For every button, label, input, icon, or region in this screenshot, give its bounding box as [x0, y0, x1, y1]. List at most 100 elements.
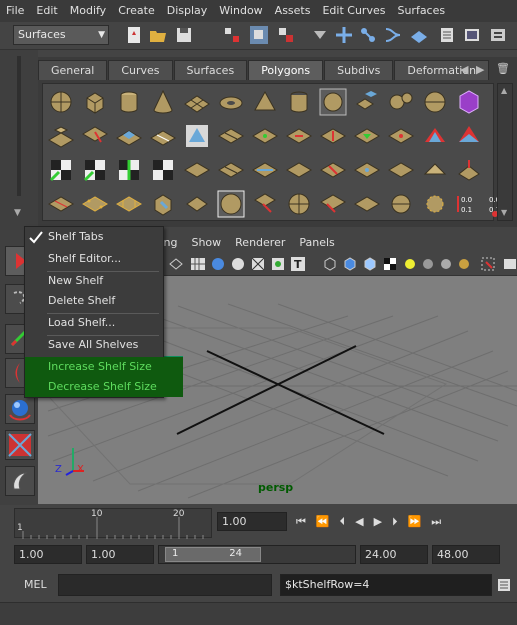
menu-item-new-shelf[interactable]: New Shelf [25, 271, 163, 291]
snap-point-icon[interactable] [383, 25, 403, 45]
chamfer-icon[interactable] [387, 122, 415, 150]
quadrangulate-icon[interactable] [115, 190, 143, 218]
step-forward-key-icon[interactable]: ⏵ [392, 515, 408, 528]
menu-item-load-shelf[interactable]: Load Shelf... [25, 313, 163, 333]
isolate-select-icon[interactable] [480, 256, 496, 272]
trash-icon[interactable]: 🗑 [496, 62, 510, 75]
sew-uv-icon[interactable] [251, 156, 279, 184]
cut-uv-icon[interactable] [217, 156, 245, 184]
play-backward-icon[interactable]: ◀ [355, 515, 373, 528]
normalize-uv-icon[interactable] [319, 156, 347, 184]
scroll-up-icon[interactable]: ▲ [501, 86, 507, 95]
scale-tool-button[interactable] [5, 430, 35, 460]
menu-modify[interactable]: Modify [64, 0, 112, 22]
bridge-icon[interactable] [81, 122, 109, 150]
save-scene-icon[interactable] [174, 25, 194, 45]
step-back-key-icon[interactable]: ⏴ [340, 515, 356, 528]
tab-polygons[interactable]: Polygons [248, 60, 324, 80]
last-tool-button[interactable] [5, 466, 35, 496]
spherical-map-icon[interactable] [149, 156, 177, 184]
texture-icon[interactable] [270, 256, 286, 272]
triangulate-icon[interactable] [81, 190, 109, 218]
panel-menu-panels[interactable]: Panels [292, 236, 341, 249]
ipr-icon[interactable] [488, 25, 508, 45]
menu-assets[interactable]: Assets [269, 0, 317, 22]
wireframe-icon[interactable] [168, 256, 184, 272]
default-light-icon[interactable] [402, 256, 418, 272]
textured-cube-icon[interactable] [362, 256, 378, 272]
poly-cone-icon[interactable] [149, 88, 177, 116]
current-frame-field[interactable]: 1.00 [217, 512, 287, 531]
poly-torus-icon[interactable] [217, 88, 245, 116]
average-vertices-icon[interactable] [183, 190, 211, 218]
open-scene-icon[interactable] [148, 25, 168, 45]
separate-icon[interactable] [387, 88, 415, 116]
smooth-shade-icon[interactable] [210, 256, 226, 272]
film-gate-icon[interactable] [502, 256, 517, 272]
go-to-start-icon[interactable]: ⏮ [296, 515, 316, 528]
merge-icon[interactable] [251, 122, 279, 150]
rotate-tool-button[interactable] [5, 394, 35, 424]
soften-edge-icon[interactable] [387, 156, 415, 184]
panel-menu-renderer[interactable]: Renderer [228, 236, 292, 249]
playback-end-field[interactable]: 24.00 [360, 545, 428, 564]
menu-edit[interactable]: Edit [30, 0, 63, 22]
tab-general[interactable]: General [38, 60, 108, 80]
hq-render-icon[interactable] [456, 256, 472, 272]
menu-item-decrease-shelf-size[interactable]: Decrease Shelf Size [25, 377, 183, 397]
command-language-label[interactable]: MEL [24, 578, 47, 591]
menu-edit-curves[interactable]: Edit Curves [316, 0, 391, 22]
shadows-icon[interactable] [438, 256, 454, 272]
command-input[interactable] [58, 574, 272, 596]
checker-icon[interactable] [382, 256, 398, 272]
uv-editor-icon[interactable] [183, 156, 211, 184]
snap-curve-icon[interactable] [358, 25, 378, 45]
poly-prism-icon[interactable] [251, 88, 279, 116]
sculpt-geometry-icon[interactable] [217, 190, 245, 218]
history-icon[interactable] [437, 25, 457, 45]
shaded-wire-icon[interactable] [322, 256, 338, 272]
anim-end-field[interactable]: 48.00 [432, 545, 500, 564]
poly-helix-icon[interactable] [319, 88, 347, 116]
smooth-proxy-icon[interactable] [455, 88, 483, 116]
tab-surfaces[interactable]: Surfaces [173, 60, 248, 80]
transfer-attributes-icon[interactable] [319, 190, 347, 218]
menu-item-save-all-shelves[interactable]: Save All Shelves [25, 335, 163, 355]
menu-display[interactable]: Display [161, 0, 214, 22]
range-slider-handle[interactable]: 1 24 [165, 547, 261, 562]
poly-cylinder-icon[interactable] [115, 88, 143, 116]
chevron-left-icon[interactable]: ◀ [460, 63, 468, 76]
new-scene-icon[interactable] [124, 25, 144, 45]
play-forward-icon[interactable]: ▶ [374, 515, 392, 528]
insert-edge-loop-icon[interactable] [183, 122, 211, 150]
wedge-icon[interactable] [421, 122, 449, 150]
shaded-cube-icon[interactable] [342, 256, 358, 272]
unfold-uv-icon[interactable] [353, 156, 381, 184]
go-to-end-icon[interactable]: ⏭ [431, 515, 451, 528]
shelf-menu-arrow-icon[interactable]: ▼ [14, 208, 26, 218]
render-icon[interactable] [462, 25, 482, 45]
reverse-normal-icon[interactable] [455, 156, 483, 184]
tab-curves[interactable]: Curves [108, 60, 173, 80]
tab-subdivs[interactable]: Subdivs [324, 60, 394, 80]
step-back-frame-icon[interactable]: ⏪ [316, 515, 340, 528]
planar-map-icon[interactable] [81, 156, 109, 184]
split-polygon-icon[interactable] [149, 122, 177, 150]
crease-tool-icon[interactable] [421, 190, 449, 218]
snap-view-plane-icon[interactable] [409, 25, 429, 45]
select-hierarchy-icon[interactable] [222, 25, 242, 45]
poly-plane-icon[interactable] [183, 88, 211, 116]
playback-start-field[interactable]: 1.00 [86, 545, 154, 564]
poly-cube-icon[interactable] [81, 88, 109, 116]
step-forward-frame-icon[interactable]: ⏩ [408, 515, 432, 528]
collapse-icon[interactable] [319, 122, 347, 150]
menu-item-delete-shelf[interactable]: Delete Shelf [25, 291, 163, 311]
fill-hole-icon[interactable] [353, 122, 381, 150]
extrude-icon[interactable] [47, 122, 75, 150]
cylindrical-map-icon[interactable] [115, 156, 143, 184]
xray-icon[interactable] [250, 256, 266, 272]
select-object-icon[interactable] [249, 25, 269, 45]
mirror-geometry-icon[interactable] [353, 190, 381, 218]
wedge-faces-icon[interactable] [285, 190, 313, 218]
anim-start-field[interactable]: 1.00 [14, 545, 82, 564]
